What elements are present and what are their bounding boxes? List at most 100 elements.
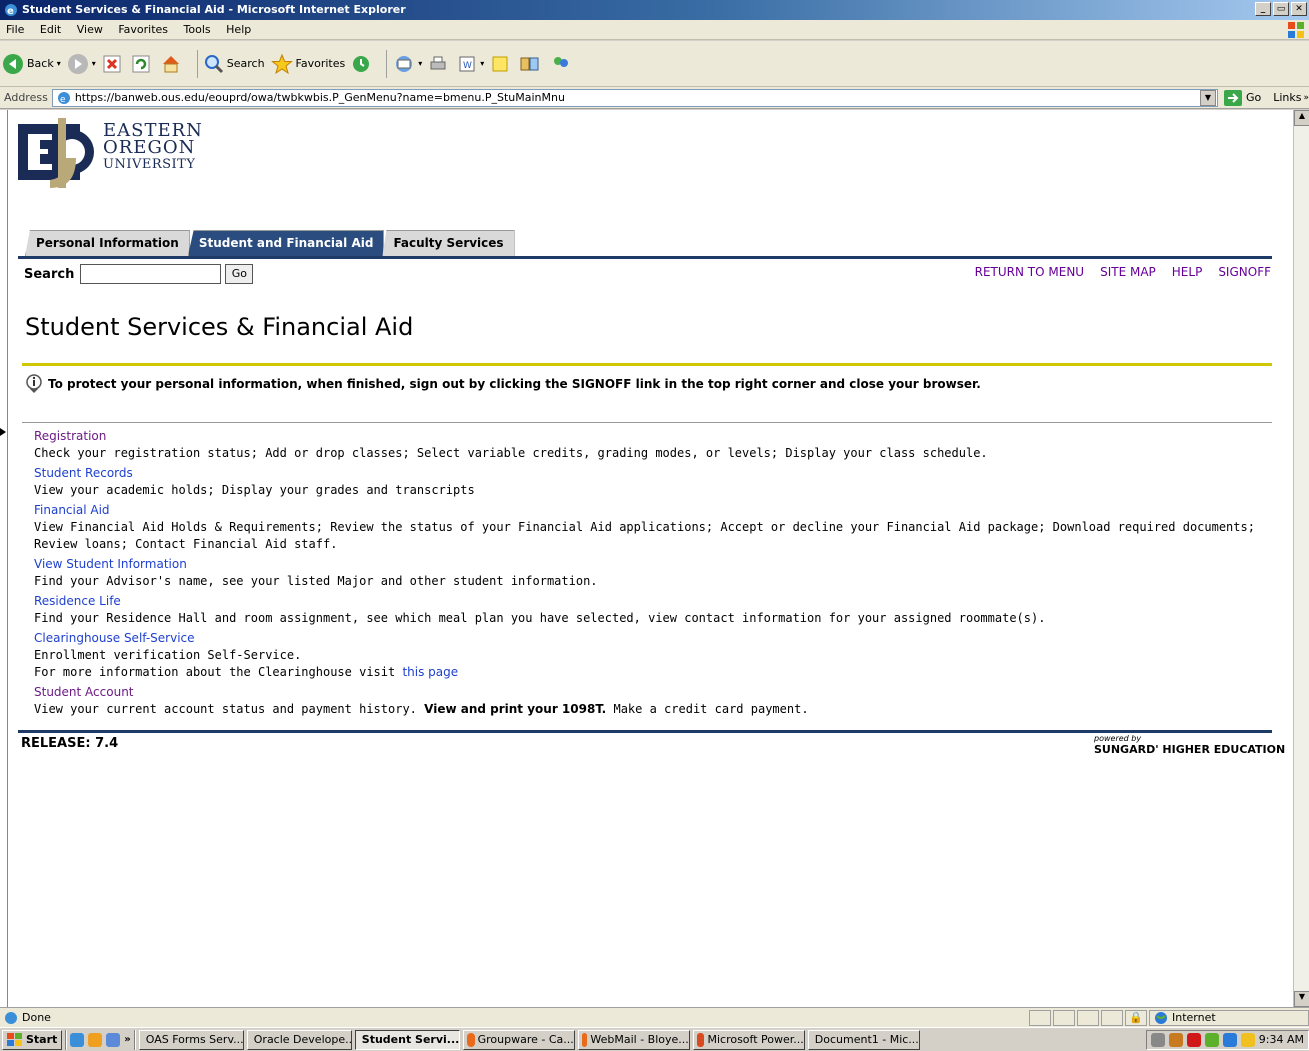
return-to-menu-link[interactable]: RETURN TO MENU xyxy=(975,265,1084,279)
task-powerpoint[interactable]: Microsoft Power... xyxy=(692,1029,805,1050)
menu-favorites[interactable]: Favorites xyxy=(112,20,174,40)
title-rule xyxy=(22,363,1272,366)
task-groupware[interactable]: Groupware - Ca... xyxy=(462,1029,575,1050)
student-records-link[interactable]: Student Records xyxy=(34,465,1264,482)
history-button[interactable] xyxy=(351,54,374,74)
mail-button[interactable]: ▾ xyxy=(393,54,422,74)
svg-text:e: e xyxy=(7,6,14,17)
task-oracle-developer[interactable]: Oracle Develope... xyxy=(246,1029,352,1050)
maximize-button[interactable]: ▭ xyxy=(1273,2,1289,16)
task-webmail[interactable]: WebMail - Bloye... xyxy=(577,1029,690,1050)
home-button[interactable] xyxy=(160,53,185,75)
forward-button[interactable]: ▾ xyxy=(67,53,96,75)
taskbar: Start » OAS Forms Serv... Oracle Develop… xyxy=(0,1027,1309,1051)
registration-link[interactable]: Registration xyxy=(34,428,1264,445)
java-tray-icon[interactable] xyxy=(1168,1032,1183,1047)
close-button[interactable]: ✕ xyxy=(1291,2,1307,16)
nav-divider xyxy=(18,256,1272,259)
content-rule xyxy=(22,422,1272,423)
task-oas-forms[interactable]: OAS Forms Serv... xyxy=(138,1029,244,1050)
print-button[interactable] xyxy=(428,54,451,74)
address-dropdown[interactable]: ▼ xyxy=(1199,89,1216,106)
task-label: WebMail - Bloye... xyxy=(590,1033,689,1046)
links-button[interactable]: Links xyxy=(1273,91,1301,104)
search-button[interactable]: Search xyxy=(204,54,265,74)
tab-personal-information[interactable]: Personal Information xyxy=(25,230,190,256)
clearinghouse-link[interactable]: Clearinghouse Self-Service xyxy=(34,630,1264,647)
edit-button[interactable]: W ▾ xyxy=(457,54,484,74)
student-account-link[interactable]: Student Account xyxy=(34,684,1264,701)
search-go-button[interactable]: Go xyxy=(225,264,254,284)
minimize-button[interactable]: _ xyxy=(1255,2,1271,16)
help-link[interactable]: HELP xyxy=(1172,265,1203,279)
search-input[interactable] xyxy=(80,264,222,284)
vertical-scrollbar[interactable]: ▲ ▼ xyxy=(1293,110,1309,1007)
home-icon xyxy=(162,55,179,72)
menu-view[interactable]: View xyxy=(71,20,109,40)
this-page-link[interactable]: this page xyxy=(402,665,458,679)
menu-edit[interactable]: Edit xyxy=(34,20,67,40)
start-button[interactable]: Start xyxy=(2,1029,63,1050)
registration-desc: Check your registration status; Add or d… xyxy=(34,446,988,460)
list-item: Residence Life Find your Residence Hall … xyxy=(34,593,1264,627)
view-student-information-link[interactable]: View Student Information xyxy=(34,556,1264,573)
lock-icon: 🔒 xyxy=(1125,1009,1147,1026)
site-map-link[interactable]: SITE MAP xyxy=(1100,265,1156,279)
menu-help[interactable]: Help xyxy=(220,20,257,40)
list-item: Registration Check your registration sta… xyxy=(34,428,1264,462)
refresh-icon xyxy=(132,55,150,72)
links-chevron-icon[interactable]: » xyxy=(1303,93,1309,103)
quicklaunch-chevron-icon[interactable]: » xyxy=(124,1034,130,1045)
system-tray: 9:34 AM xyxy=(1145,1029,1309,1050)
list-item: Student Account View your current accoun… xyxy=(34,684,1264,718)
tab-student-and-financial-aid[interactable]: Student and Financial Aid xyxy=(187,230,385,256)
messenger-button[interactable] xyxy=(550,54,575,74)
refresh-button[interactable] xyxy=(131,54,154,74)
ie-quicklaunch-icon[interactable] xyxy=(70,1032,85,1047)
scroll-down-arrow-icon[interactable]: ▼ xyxy=(1294,991,1309,1007)
list-item: View Student Information Find your Advis… xyxy=(34,556,1264,590)
search-form-label: Search xyxy=(24,266,75,282)
release-version: RELEASE: 7.4 xyxy=(21,736,119,751)
clearinghouse-desc: Enrollment verification Self-Service. xyxy=(34,648,302,662)
menu-tools[interactable]: Tools xyxy=(178,20,217,40)
app-quicklaunch-icon[interactable] xyxy=(106,1032,121,1047)
status-cell xyxy=(1029,1009,1051,1026)
info-message-text: To protect your personal information, wh… xyxy=(48,377,981,391)
task-label: Microsoft Power... xyxy=(707,1033,804,1046)
tab-faculty-services[interactable]: Faculty Services xyxy=(382,230,515,256)
quick-launch: » xyxy=(70,1032,131,1047)
scroll-up-arrow-icon[interactable]: ▲ xyxy=(1294,110,1309,126)
network-icon[interactable] xyxy=(1204,1032,1219,1047)
task-label: Document1 - Mic... xyxy=(814,1033,919,1046)
powerpoint-icon xyxy=(696,1032,705,1047)
menu-file[interactable]: File xyxy=(0,20,30,40)
discuss-button[interactable] xyxy=(490,54,513,74)
financial-aid-link[interactable]: Financial Aid xyxy=(34,502,1264,519)
zone-text: Internet xyxy=(1172,1011,1216,1024)
signoff-link[interactable]: SIGNOFF xyxy=(1218,265,1271,279)
tray-app-icon[interactable] xyxy=(1240,1032,1255,1047)
svg-text:e: e xyxy=(60,95,66,105)
menu-bar: File Edit View Favorites Tools Help xyxy=(0,20,1309,40)
go-button[interactable]: Go xyxy=(1223,89,1262,106)
outlook-quicklaunch-icon[interactable] xyxy=(88,1032,103,1047)
back-arrow-icon xyxy=(3,53,23,74)
clearinghouse-more-info-text: For more information about the Clearingh… xyxy=(34,665,403,679)
research-button[interactable] xyxy=(519,54,544,74)
address-input[interactable]: e https://banweb.ous.edu/eouprd/owa/twbk… xyxy=(51,88,1218,107)
eou-logo-icon xyxy=(18,118,94,188)
status-done: Done xyxy=(4,1011,51,1025)
task-student-services[interactable]: Student Servi... xyxy=(354,1029,460,1050)
task-document1[interactable]: Document1 - Mic... xyxy=(807,1029,920,1050)
residence-life-link[interactable]: Residence Life xyxy=(34,593,1264,610)
update-icon[interactable] xyxy=(1222,1032,1237,1047)
tray-icon[interactable] xyxy=(1150,1032,1165,1047)
task-label: Oracle Develope... xyxy=(253,1033,352,1046)
financial-aid-desc: View Financial Aid Holds & Requirements;… xyxy=(34,520,1255,551)
stop-button[interactable] xyxy=(102,54,125,74)
favorites-button[interactable]: Favorites xyxy=(270,53,345,75)
go-label: Go xyxy=(1245,91,1262,104)
back-button[interactable]: Back ▾ xyxy=(2,53,61,75)
antivirus-icon[interactable] xyxy=(1186,1032,1201,1047)
